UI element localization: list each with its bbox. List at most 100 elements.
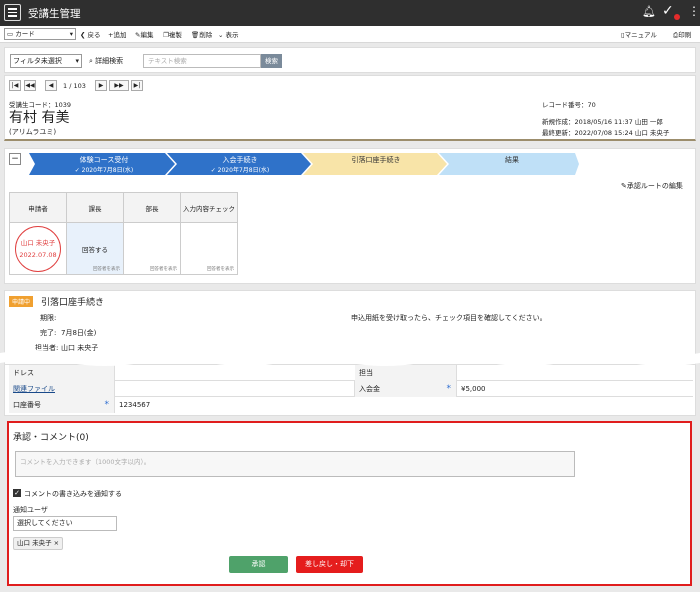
chevron-left-icon: ❮ [80, 31, 86, 39]
back-button[interactable]: ❮ 戻る [80, 29, 101, 39]
fields-panel: ドレス 担当 関連ファイル 入会金 * ¥5,000 口座番号 * 1234567 [4, 364, 696, 416]
account-label-text: 口座番号 [13, 401, 41, 409]
deposit-label: 入会金 * [355, 381, 457, 397]
comment-title: 承認・コメント(0) [13, 433, 89, 443]
record-number: レコード番号：70 [542, 101, 596, 109]
notify-label: コメントの書き込みを通知する [24, 490, 122, 498]
student-name: 有村 有美 [9, 110, 70, 126]
route-edit-link[interactable]: ✎承認ルートの編集 [621, 181, 683, 191]
collapse-icon[interactable]: − [9, 153, 21, 165]
show-responder-note: 回答者を表示 [93, 267, 120, 272]
related-files-value [115, 381, 355, 397]
field-row: 関連ファイル 入会金 * ¥5,000 [9, 381, 693, 397]
step-3[interactable]: 引落口座手続き [311, 153, 441, 175]
step-4[interactable]: 結果 [447, 153, 577, 175]
first-page-icon[interactable]: |◀ [9, 80, 21, 91]
back-label: 戻る [87, 31, 101, 39]
related-files-label: 関連ファイル [13, 385, 55, 393]
chevron-down-icon: ▾ [75, 57, 79, 65]
step-2[interactable]: 入会手続き ✓ 2020年7月8日(水) [175, 153, 305, 175]
task-instruction: 申込用紙を受け取ったら、チェック項目を確認してください。 [351, 314, 547, 322]
edit-label: 編集 [140, 31, 154, 39]
workflow-panel: − 体験コース受付 ✓ 2020年7月8日(水) 入会手続き ✓ 2020年7月8日… [4, 148, 696, 284]
comment-input[interactable]: コメントを入力できます（1000文字以内）。 [15, 451, 575, 477]
comment-section: 承認・コメント(0) コメントを入力できます（1000文字以内）。 ✓ コメント… [7, 421, 692, 586]
chevron-down-icon: ▾ [69, 30, 73, 38]
stamp-name: 山口 未央子 [20, 238, 56, 247]
deposit-value: ¥5,000 [461, 385, 486, 393]
display-button[interactable]: ⌄ 表示 [218, 29, 239, 39]
delete-button[interactable]: 🗑︎削除 [191, 29, 212, 39]
next-10-icon[interactable]: ▶▶ [109, 80, 129, 91]
header-section-chief: 課長 [66, 192, 124, 223]
step-1[interactable]: 体験コース受付 ✓ 2020年7月8日(水) [39, 153, 169, 175]
section-chief-cell[interactable]: 回答する 回答者を表示 [66, 222, 124, 275]
prev-page-icon[interactable]: ◀ [45, 80, 57, 91]
search-button[interactable]: 検索 [261, 54, 282, 68]
step-2-label: 入会手続き [222, 156, 258, 164]
done-label: 完了: [40, 329, 57, 337]
last-page-icon[interactable]: ▶| [131, 80, 143, 91]
check-icon[interactable]: ✓ [662, 3, 674, 19]
manager-cell: 回答者を表示 [123, 222, 181, 275]
view-select-value: カード [15, 30, 35, 38]
step-2-date: ✓ 2020年7月8日(水) [210, 167, 270, 174]
prev-10-icon[interactable]: ◀◀ [24, 80, 36, 91]
detail-search-link[interactable]: ⌕ 詳細検索 [89, 56, 123, 66]
title-bar: 受講生管理 🔔︎ ✓ ⋮ [0, 0, 700, 26]
applicant-cell: 山口 未央子 2022.07.08 [9, 222, 67, 275]
show-responder-note: 回答者を表示 [150, 267, 177, 272]
input-check-cell: 回答者を表示 [180, 222, 238, 275]
edit-button[interactable]: ✎編集 [135, 29, 153, 39]
search-icon: ⌕ [89, 57, 93, 65]
step-1-label: 体験コース受付 [79, 156, 129, 164]
related-files-link[interactable]: 関連ファイル [9, 381, 115, 397]
notify-user-title: 通知ユーザ [13, 506, 48, 514]
approve-button[interactable]: 承認 [229, 556, 288, 573]
filter-select[interactable]: フィルタ未選択 ▾ [10, 54, 82, 68]
notification-dot [674, 14, 680, 20]
updated-info: 最終更新：2022/07/08 15:24 山口 未央子 [542, 129, 670, 137]
view-select[interactable]: ▭ カード ▾ [4, 28, 76, 40]
step-4-label: 結果 [505, 156, 519, 164]
text-search-input[interactable]: テキスト検索 [143, 54, 261, 68]
route-edit-label: 承認ルートの編集 [626, 182, 683, 190]
print-button[interactable]: ⎙印刷 [673, 29, 691, 40]
copy-button[interactable]: ❐複製 [163, 29, 182, 39]
answer-label: 回答する [82, 245, 108, 254]
created-info: 新規作成：2018/05/16 11:37 山田 一郎 [542, 118, 663, 126]
copy-label: 複製 [168, 31, 182, 39]
show-responder-note: 回答者を表示 [207, 267, 234, 272]
required-asterisk-icon: * [446, 384, 452, 394]
account-label: 口座番号 * [9, 397, 115, 413]
print-label: 印刷 [678, 31, 692, 39]
stamp-date: 2022.07.08 [19, 250, 57, 259]
required-asterisk-icon: * [104, 400, 110, 410]
next-page-icon[interactable]: ▶ [95, 80, 107, 91]
student-kana: (アリムラユミ) [9, 128, 57, 136]
field-row: 口座番号 * 1234567 [9, 397, 693, 413]
step-3-label: 引落口座手続き [351, 156, 401, 164]
kebab-menu-icon[interactable]: ⋮ [688, 4, 700, 18]
bell-icon[interactable]: 🔔︎ [642, 5, 656, 18]
reject-button[interactable]: 差し戻し・却下 [296, 556, 363, 573]
delete-label: 削除 [199, 31, 213, 39]
header-manager: 部長 [123, 192, 181, 223]
notify-user-select[interactable]: 選択してください [13, 516, 117, 531]
approval-stamp: 山口 未央子 2022.07.08 [15, 225, 61, 272]
hamburger-menu-icon[interactable] [4, 4, 21, 21]
add-label: 追加 [113, 31, 127, 39]
add-button[interactable]: +追加 [108, 29, 126, 39]
torn-edge [0, 350, 700, 366]
user-chip[interactable]: 山口 未央子 × [13, 537, 64, 550]
manual-button[interactable]: ▯マニュアル [621, 29, 657, 39]
header-applicant: 申請者 [9, 192, 67, 223]
notify-checkbox[interactable]: ✓ [13, 489, 21, 497]
display-label: 表示 [225, 31, 239, 39]
status-badge: 申請中 [9, 296, 34, 307]
detail-search-label: 詳細検索 [95, 57, 124, 65]
header-input-check: 入力内容チェック [180, 192, 238, 223]
approval-table: 申請者 課長 部長 入力内容チェック 山口 未央子 2022.07.08 回答す… [9, 192, 238, 275]
step-1-date: ✓ 2020年7月8日(水) [74, 167, 134, 174]
app-title: 受講生管理 [28, 8, 81, 20]
